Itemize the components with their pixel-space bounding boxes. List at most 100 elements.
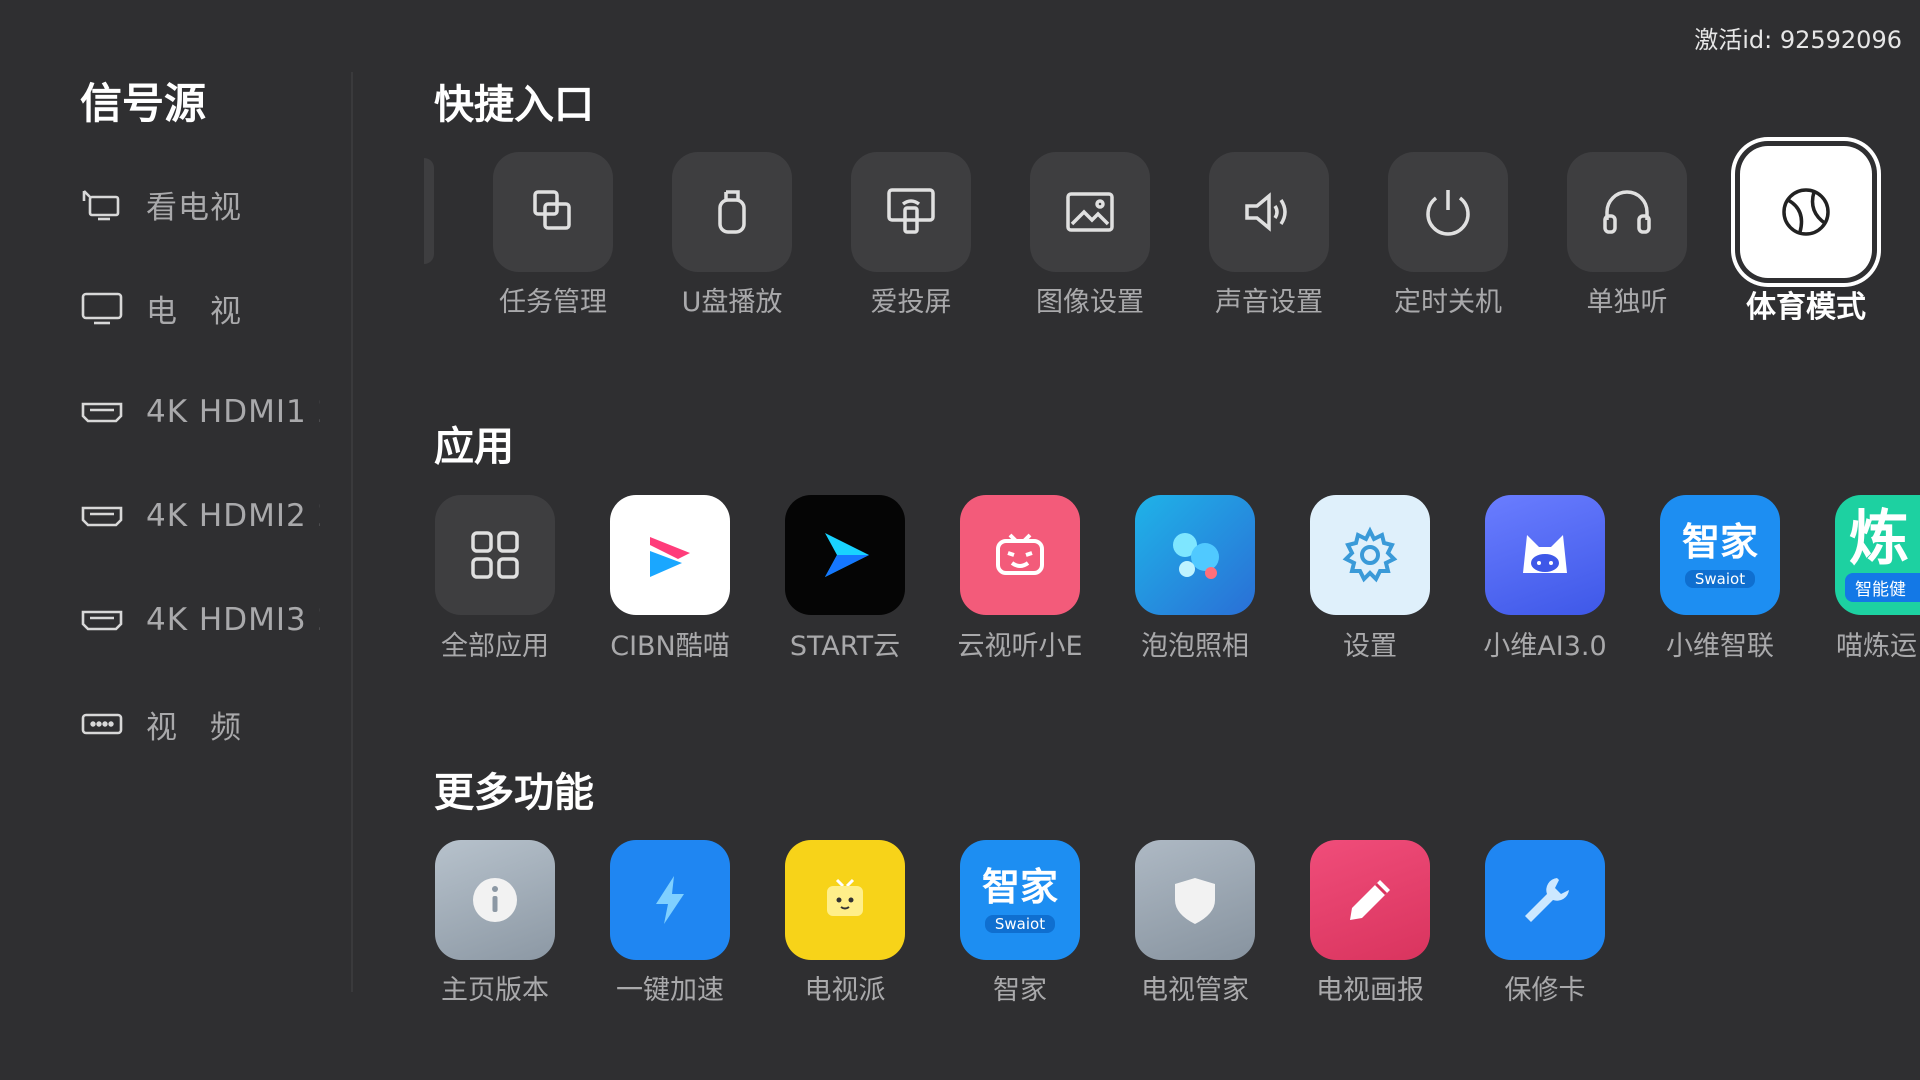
source-item-label: 4K HDMI3 2 — [146, 602, 320, 638]
app-cibn-kumiao[interactable] — [610, 495, 730, 615]
source-sidebar: 信号源 看电视 电 视 4K HDMI1 2 4K HDMI2 2 4K HDM… — [0, 0, 353, 1080]
hdmi-port-icon — [81, 506, 123, 527]
app-label: 全部应用 — [441, 631, 549, 662]
picture-settings-icon — [1066, 192, 1114, 232]
pencil-icon — [1350, 880, 1390, 920]
tv-mascot-icon — [827, 878, 863, 916]
apps-title: 应用 — [434, 424, 514, 470]
more-functions-title: 更多功能 — [434, 770, 594, 816]
quick-item-sports-mode[interactable] — [1740, 146, 1872, 278]
zhineng-badge: 智能健 — [1845, 572, 1920, 602]
screen-cast-icon — [887, 188, 935, 234]
more-item-speed-up[interactable] — [610, 840, 730, 960]
swaiot-badge: Swaiot — [984, 914, 1056, 933]
app-label: 泡泡照相 — [1141, 631, 1249, 662]
more-item-label: 保修卡 — [1504, 975, 1586, 1006]
app-bubble-camera[interactable] — [1135, 495, 1255, 615]
app-label: CIBN酷喵 — [610, 631, 730, 662]
app-miao-training[interactable]: 炼 智能健 — [1835, 495, 1920, 615]
task-manager-icon — [533, 190, 571, 230]
headphones-icon — [1603, 190, 1651, 234]
quick-item-screen-cast[interactable] — [851, 152, 971, 272]
app-label: 设置 — [1343, 631, 1397, 662]
more-item-tv-pai[interactable] — [785, 840, 905, 960]
hdmi-port-icon — [81, 610, 123, 631]
antenna-tv-icon — [82, 190, 120, 221]
source-item-watch-tv[interactable]: 看电视 — [80, 174, 320, 234]
app-settings[interactable] — [1310, 495, 1430, 615]
quick-item-power-timer[interactable] — [1388, 152, 1508, 272]
bubble-camera-logo-icon — [1173, 533, 1219, 579]
quick-item-label: 图像设置 — [1036, 287, 1144, 318]
source-item-label: 视 频 — [146, 709, 242, 746]
source-item-video[interactable]: 视 频 — [80, 694, 320, 754]
app-label: START云 — [789, 631, 901, 662]
activation-id: 激活id: 92592096 — [1694, 26, 1902, 54]
app-label: 喵炼运 — [1836, 631, 1917, 662]
app-all-apps[interactable] — [435, 495, 555, 615]
quick-item-task-manager[interactable] — [493, 152, 613, 272]
quick-item-sound-settings[interactable] — [1209, 152, 1329, 272]
sound-settings-icon — [1245, 192, 1287, 232]
source-item-tv[interactable]: 电 视 — [80, 278, 320, 338]
quick-item-label: 单独听 — [1586, 287, 1668, 318]
zhijia-logo-text: 智家 — [981, 865, 1058, 910]
source-item-label: 4K HDMI2 2 — [146, 498, 320, 534]
more-item-label: 一键加速 — [616, 975, 724, 1006]
app-xiaowei-zhilian[interactable]: 智家 Swaiot — [1660, 495, 1780, 615]
quick-item-headphones[interactable] — [1567, 152, 1687, 272]
app-label: 小维智联 — [1666, 631, 1774, 662]
hdmi-port-icon — [81, 402, 123, 423]
more-item-zhijia[interactable]: 智家 Swaiot — [960, 840, 1080, 960]
start-arrow-logo-icon — [825, 533, 869, 577]
scroll-edge-stub — [424, 158, 434, 264]
zhijia-logo-text: 智家 — [1681, 520, 1758, 565]
app-label: 小维AI3.0 — [1483, 631, 1607, 662]
app-start-cloud-game[interactable] — [785, 495, 905, 615]
quick-item-label: 任务管理 — [499, 287, 607, 318]
usb-drive-icon — [718, 190, 746, 234]
monitor-icon — [81, 292, 123, 325]
source-item-hdmi1[interactable]: 4K HDMI1 2 — [80, 382, 320, 442]
quick-item-usb-play[interactable] — [672, 152, 792, 272]
swaiot-badge: Swaiot — [1684, 569, 1756, 588]
more-item-label: 电视派 — [804, 975, 886, 1006]
gear-icon — [1342, 526, 1398, 583]
lian-logo-text: 炼 — [1849, 503, 1909, 574]
av-port-icon — [81, 713, 123, 735]
source-item-label: 看电视 — [146, 189, 242, 226]
power-timer-icon — [1426, 190, 1470, 236]
sidebar-title: 信号源 — [80, 79, 207, 128]
tv-face-logo-icon — [996, 533, 1044, 575]
wrench-icon — [1525, 878, 1569, 922]
cat-face-logo-icon — [1523, 535, 1567, 573]
quick-item-label-focused: 体育模式 — [1746, 290, 1866, 325]
info-icon — [473, 878, 517, 922]
app-label: 云视听小E — [957, 631, 1083, 662]
sidebar-divider — [351, 72, 353, 992]
shield-icon — [1175, 878, 1215, 924]
more-item-tv-manager[interactable] — [1135, 840, 1255, 960]
source-item-label: 4K HDMI1 2 — [146, 394, 320, 430]
grid-icon — [471, 531, 519, 579]
quick-item-label: 定时关机 — [1394, 287, 1502, 318]
source-item-hdmi2[interactable]: 4K HDMI2 2 — [80, 486, 320, 546]
app-xiaowei-ai[interactable] — [1485, 495, 1605, 615]
quick-item-label: 爱投屏 — [870, 287, 952, 318]
more-item-label: 电视管家 — [1141, 975, 1249, 1006]
cibn-play-logo-icon — [650, 537, 690, 577]
quick-item-label: 声音设置 — [1215, 287, 1323, 318]
more-item-tv-pictorial[interactable] — [1310, 840, 1430, 960]
more-item-home-version[interactable] — [435, 840, 555, 960]
lightning-icon — [656, 876, 684, 924]
more-item-warranty-card[interactable] — [1485, 840, 1605, 960]
more-item-label: 电视画报 — [1316, 975, 1424, 1006]
quick-item-picture-settings[interactable] — [1030, 152, 1150, 272]
more-item-label: 主页版本 — [441, 975, 549, 1006]
app-yunshiting-small-e[interactable] — [960, 495, 1080, 615]
more-item-label: 智家 — [993, 975, 1047, 1006]
source-item-hdmi3[interactable]: 4K HDMI3 2 — [80, 590, 320, 650]
source-item-label: 电 视 — [146, 293, 242, 330]
ball-icon — [1782, 188, 1830, 236]
quick-entry-title: 快捷入口 — [434, 82, 594, 128]
